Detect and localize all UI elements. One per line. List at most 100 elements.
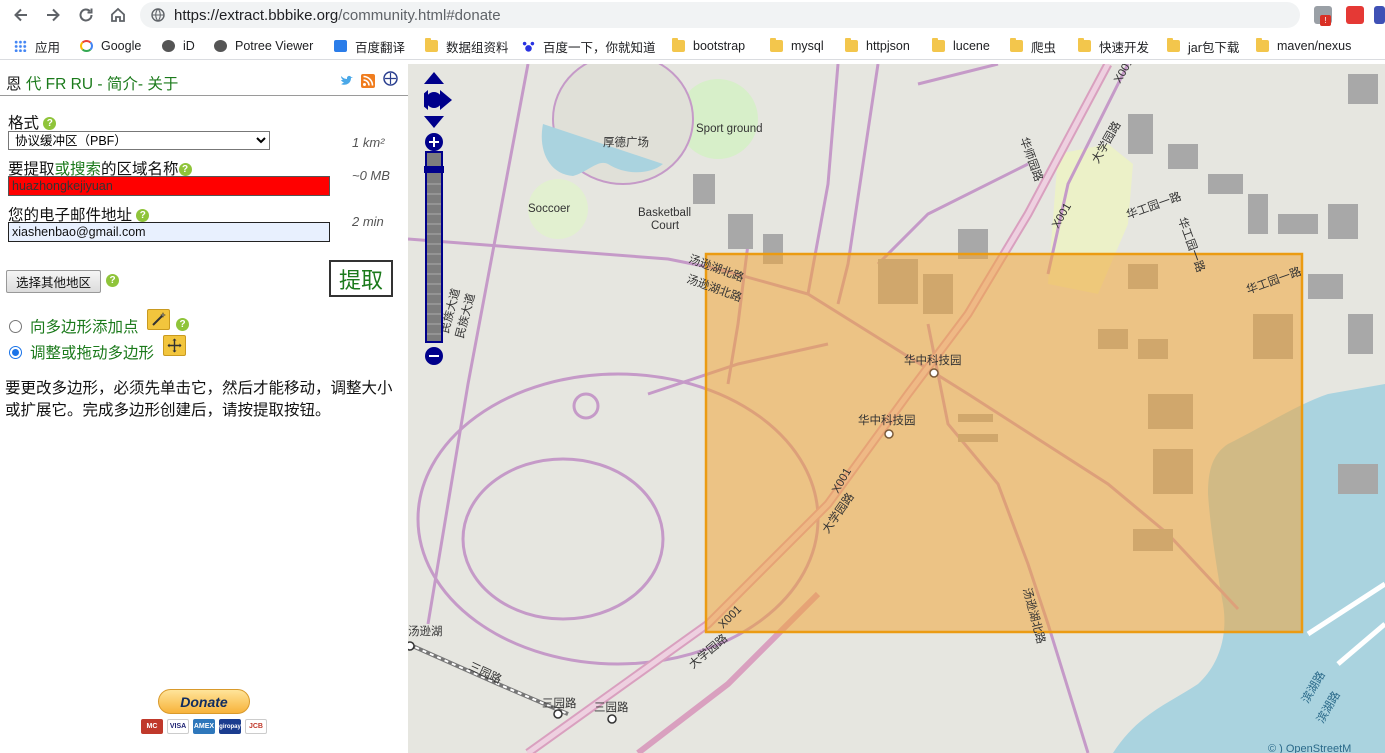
folder-icon xyxy=(1078,38,1091,52)
time-info: 2 min xyxy=(352,214,384,229)
reload-icon xyxy=(79,8,93,22)
bookmark-label: 百度翻译 xyxy=(355,40,406,55)
baidu-paw-icon xyxy=(522,40,535,52)
map-view[interactable]: 厚德广场 Sport ground Soccoer Basketball Cou… xyxy=(408,64,1385,753)
reload-button[interactable] xyxy=(75,4,97,26)
add-points-tool[interactable] xyxy=(147,309,170,330)
bookmark-item[interactable]: jar包下载 xyxy=(1167,37,1239,55)
bookmark-label: 应用 xyxy=(35,40,61,55)
bookmark-item[interactable]: httpjson xyxy=(845,37,910,55)
bookmark-item[interactable]: 应用 xyxy=(14,37,60,55)
intro-link[interactable]: 简介 xyxy=(107,76,138,93)
mastercard-icon: MC xyxy=(141,719,163,734)
radio-add-points-row[interactable]: 向多边形添加点 xyxy=(9,315,139,337)
folder-icon xyxy=(845,38,858,52)
bookmark-item[interactable]: Google xyxy=(80,37,141,55)
map-label: 厚德广场 xyxy=(603,135,649,149)
folder-icon xyxy=(425,38,438,52)
extract-button[interactable]: 提取 xyxy=(329,260,393,297)
bookmark-item[interactable]: iD xyxy=(162,37,195,55)
map-label: 华师园路 xyxy=(1017,135,1046,183)
help-icon[interactable]: ? xyxy=(178,163,192,177)
map-label: 华中科技园 xyxy=(904,353,962,367)
map-label: Sport ground xyxy=(696,123,763,135)
rss-icon[interactable] xyxy=(361,74,375,88)
poi-marker[interactable] xyxy=(607,714,617,724)
map-label: 华工园一路 xyxy=(1124,189,1183,222)
bookmark-label: 数据组资料 xyxy=(446,40,509,55)
compass-icon[interactable] xyxy=(383,71,398,86)
bookmark-item[interactable]: 百度翻译 xyxy=(334,37,405,55)
extension-icon[interactable]: ! xyxy=(1314,6,1332,26)
extension-cube-icon[interactable] xyxy=(1346,6,1364,24)
bookmark-item[interactable]: mysql xyxy=(770,37,824,55)
help-icon[interactable]: ? xyxy=(106,274,119,287)
instructions-text: 要更改多边形，必须先单击它，然后才能移动，调整大小或扩展它。完成多边形创建后，请… xyxy=(5,380,393,419)
bookmark-item[interactable]: Potree Viewer xyxy=(214,37,313,55)
bookmark-item[interactable]: maven/nexus xyxy=(1256,37,1351,55)
poi-marker[interactable] xyxy=(884,429,894,439)
lang-link[interactable]: FR xyxy=(46,76,67,93)
help-icon[interactable]: ? xyxy=(176,318,189,331)
bookmark-label: jar包下载 xyxy=(1188,40,1240,55)
bookmark-item[interactable]: bootstrap xyxy=(672,37,745,55)
bookmark-item[interactable]: 数据组资料 xyxy=(425,37,509,55)
map-label: Court xyxy=(651,220,680,232)
selection-polygon[interactable] xyxy=(704,252,1304,634)
bookmark-label: 快速开发 xyxy=(1099,40,1150,55)
radio-adjust-label: 调整或拖动多边形 xyxy=(30,345,155,362)
forward-button[interactable] xyxy=(42,4,64,26)
address-bar[interactable]: https://extract.bbbike.org/community.htm… xyxy=(140,2,1300,28)
bookmark-label: Google xyxy=(101,39,142,53)
map-label: X001 xyxy=(1112,64,1136,86)
bookmark-item[interactable]: lucene xyxy=(932,37,990,55)
bookmark-item[interactable]: 百度一下，你就知道 xyxy=(522,37,656,55)
folder-icon xyxy=(1010,38,1023,52)
lang-link[interactable]: RU xyxy=(71,76,93,93)
map-canvas[interactable]: 厚德广场 Sport ground Soccoer Basketball Cou… xyxy=(408,64,1385,753)
wand-icon xyxy=(152,312,166,326)
pan-up-icon[interactable] xyxy=(424,72,444,84)
move-polygon-tool[interactable] xyxy=(163,335,186,356)
poi-marker[interactable] xyxy=(408,641,415,651)
area-name-input[interactable] xyxy=(8,176,330,196)
extension-icon[interactable] xyxy=(1374,6,1385,24)
apps-grid-icon xyxy=(14,40,27,52)
radio-add-points[interactable] xyxy=(9,319,22,333)
email-input[interactable] xyxy=(8,222,330,242)
back-button[interactable] xyxy=(10,4,32,26)
separator: - xyxy=(97,76,103,93)
help-icon[interactable]: ? xyxy=(43,117,57,131)
bookmark-label: maven/nexus xyxy=(1277,39,1352,53)
folder-icon xyxy=(1256,38,1269,52)
help-icon[interactable]: ? xyxy=(136,209,150,223)
amex-icon: AMEX xyxy=(193,719,215,734)
google-icon xyxy=(80,40,93,52)
folder-icon xyxy=(672,38,685,52)
home-button[interactable] xyxy=(107,4,129,26)
poi-marker[interactable] xyxy=(553,709,563,719)
about-link[interactable]: 关于 xyxy=(147,76,178,93)
map-attribution[interactable]: © ) OpenStreetM xyxy=(1268,743,1351,753)
pan-down-icon[interactable] xyxy=(424,116,444,128)
map-label: 三园路 xyxy=(542,696,577,710)
pan-right-icon[interactable] xyxy=(440,90,452,110)
arrow-right-icon xyxy=(47,8,60,22)
zoom-slider-handle[interactable] xyxy=(424,166,444,173)
radio-adjust[interactable] xyxy=(9,345,22,359)
pan-left-icon[interactable] xyxy=(416,90,428,110)
radio-adjust-row[interactable]: 调整或拖动多边形 xyxy=(9,341,154,363)
bookmark-label: iD xyxy=(183,39,195,53)
format-select[interactable]: 协议缓冲区（PBF） xyxy=(8,131,270,150)
bookmark-item[interactable]: 快速开发 xyxy=(1078,37,1149,55)
select-region-button[interactable]: 选择其他地区 xyxy=(6,270,101,293)
lang-link[interactable]: 代 xyxy=(26,76,42,93)
pan-control[interactable] xyxy=(416,72,452,128)
globe-icon xyxy=(214,40,227,52)
bookmarks-bar: 应用 Google iD Potree Viewer 百度翻译 数据组资料 百度一下，你就知… xyxy=(0,32,1385,60)
donate-button[interactable]: Donate xyxy=(158,689,250,714)
twitter-icon[interactable] xyxy=(340,75,354,87)
poi-marker[interactable] xyxy=(929,368,939,378)
bookmark-item[interactable]: 爬虫 xyxy=(1010,37,1056,55)
jcb-icon: JCB xyxy=(245,719,267,734)
